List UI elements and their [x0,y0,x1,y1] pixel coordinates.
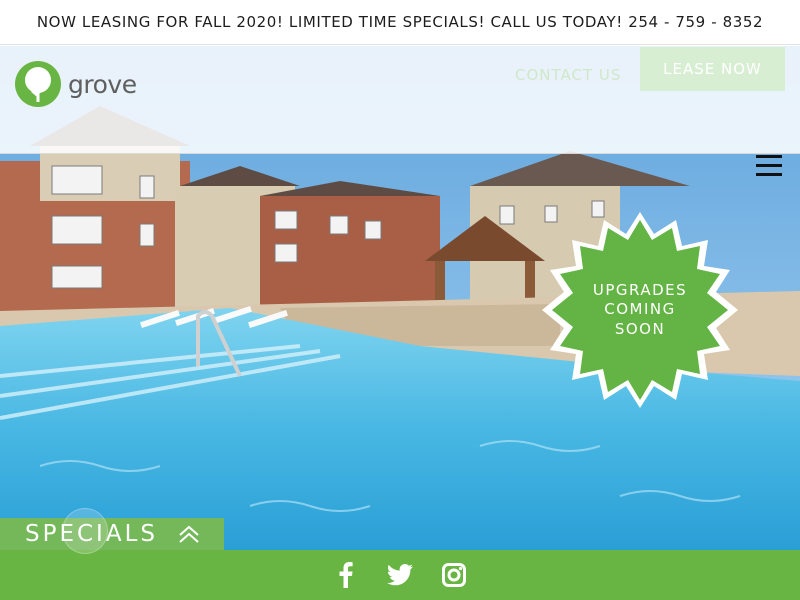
menu-icon[interactable] [756,155,782,177]
badge-line-3: SOON [614,319,666,338]
instagram-icon[interactable] [441,562,467,588]
badge-text: UPGRADES COMING SOON [540,210,740,410]
brand-name: grove [68,69,137,99]
social-bar [0,550,800,600]
upgrades-badge: UPGRADES COMING SOON [540,210,740,410]
announcement-text: NOW LEASING FOR FALL 2020! LIMITED TIME … [36,13,764,31]
facebook-icon[interactable] [333,562,359,588]
announcement-bar: NOW LEASING FOR FALL 2020! LIMITED TIME … [0,0,800,45]
specials-tab[interactable]: SPECIALS [0,518,224,550]
logo[interactable]: grove [14,60,137,108]
badge-line-1: UPGRADES [592,280,688,299]
contact-us-link[interactable]: CONTACT US [515,60,621,90]
double-chevron-up-icon [179,525,199,543]
badge-line-2: COMING [604,300,676,319]
tree-logo-icon [15,61,61,107]
lease-now-button[interactable]: LEASE NOW [640,47,785,91]
scroll-indicator [62,508,108,554]
site-header: grove CONTACT US LEASE NOW [0,46,800,154]
twitter-icon[interactable] [387,562,413,588]
